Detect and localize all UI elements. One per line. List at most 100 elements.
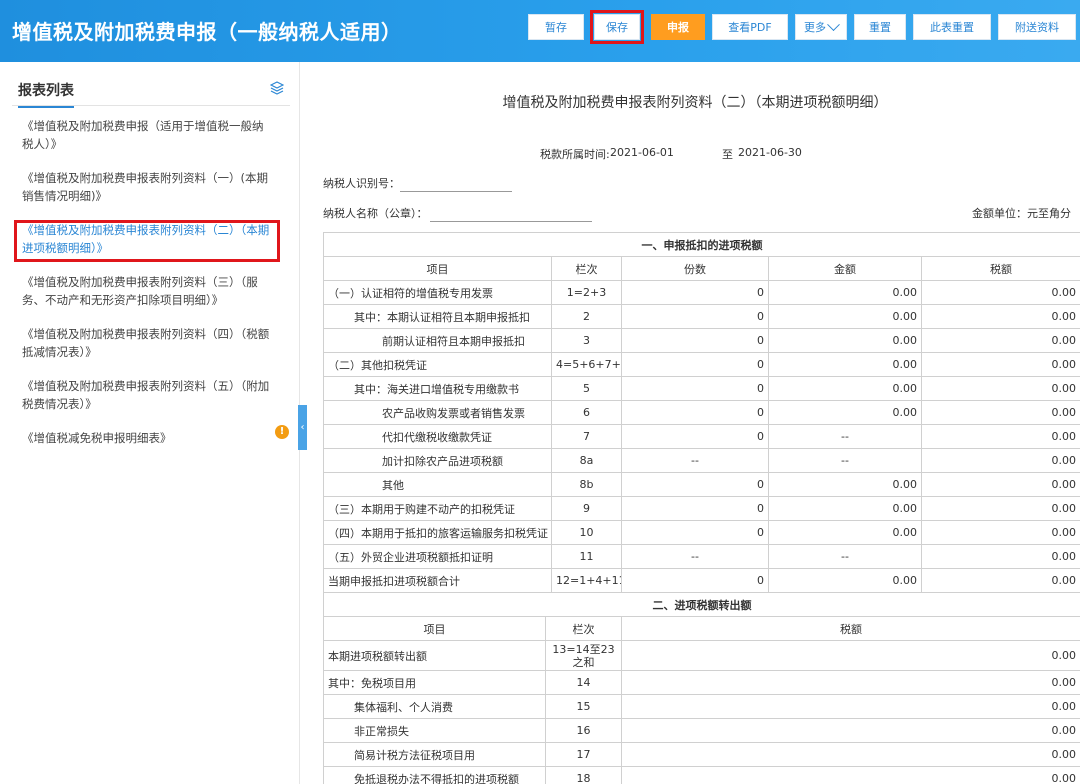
row-tax[interactable]: 0.00: [921, 520, 1080, 545]
col-header-count: 份数: [621, 256, 769, 281]
sidebar-item-main-return[interactable]: 《增值税及附加税费申报（适用于增值税一般纳税人）》: [22, 117, 272, 153]
row-count[interactable]: 0: [621, 400, 769, 425]
layers-icon[interactable]: [270, 81, 284, 95]
row-count[interactable]: 0: [621, 424, 769, 449]
sidebar-title: 报表列表: [18, 80, 74, 108]
row-line: 14: [545, 670, 622, 695]
draft-button[interactable]: 暂存: [528, 14, 584, 40]
reset-form-button[interactable]: 此表重置: [913, 14, 991, 40]
sidebar-item-schedule-1[interactable]: 《增值税及附加税费申报表附列资料（一）(本期销售情况明细)》: [22, 169, 272, 205]
table-row: 其中：免税项目用 14 0.00: [323, 670, 1080, 695]
row-amount[interactable]: 0.00: [768, 472, 922, 497]
row-tax[interactable]: 0.00: [621, 718, 1080, 743]
row-line: 16: [545, 718, 622, 743]
row-item: 其中：免税项目用: [323, 670, 546, 695]
row-tax[interactable]: 0.00: [921, 448, 1080, 473]
more-label: 更多: [804, 21, 826, 34]
row-item: 其他: [323, 472, 552, 497]
taxpayer-name-field: [430, 208, 592, 222]
attach-materials-button[interactable]: 附送资料: [998, 14, 1076, 40]
row-tax[interactable]: 0.00: [921, 328, 1080, 353]
row-tax[interactable]: 0.00: [921, 424, 1080, 449]
row-item: 当期申报抵扣进项税额合计: [323, 568, 552, 593]
row-tax[interactable]: 0.00: [621, 766, 1080, 784]
row-count[interactable]: 0: [621, 328, 769, 353]
warning-icon[interactable]: !: [275, 425, 289, 439]
row-count[interactable]: 0: [621, 496, 769, 521]
row-item: （五）外贸企业进项税额抵扣证明: [323, 544, 552, 569]
tax-transfer-table: 二、进项税额转出额 项目 栏次 税额 本期进项税额转出额 13=14至23之和 …: [323, 592, 1080, 784]
save-button[interactable]: 保存: [590, 10, 644, 44]
sidebar: 报表列表 《增值税及附加税费申报（适用于增值税一般纳税人）》 《增值税及附加税费…: [0, 62, 300, 784]
row-item: 本期进项税额转出额: [323, 640, 546, 671]
view-pdf-button[interactable]: 查看PDF: [712, 14, 788, 40]
submit-button[interactable]: 申报: [651, 14, 705, 40]
row-tax: 0.00: [921, 568, 1080, 593]
form-title: 增值税及附加税费申报表附列资料（二）（本期进项税额明细）: [502, 95, 888, 111]
row-line: 6: [551, 400, 622, 425]
row-amount[interactable]: 0.00: [768, 400, 922, 425]
sidebar-item-exemption[interactable]: 《增值税减免税申报明细表》: [22, 429, 272, 447]
sidebar-item-schedule-5[interactable]: 《增值税及附加税费申报表附列资料（五）（附加税费情况表）》: [22, 377, 272, 413]
period-to: 至: [722, 148, 733, 161]
row-line: 2: [551, 304, 622, 329]
col-header-tax: 税额: [621, 616, 1080, 641]
table-row: 其他 8b 0 0.00 0.00: [323, 472, 1080, 497]
reset-button[interactable]: 重置: [854, 14, 906, 40]
row-tax[interactable]: 0.00: [921, 352, 1080, 377]
taxpayer-id-field: [400, 178, 512, 192]
period-label: 税款所属时间:: [540, 148, 610, 161]
row-tax[interactable]: 0.00: [621, 742, 1080, 767]
row-count: --: [621, 448, 769, 473]
row-amount[interactable]: 0.00: [768, 352, 922, 377]
period-start: 2021-06-01: [610, 146, 674, 159]
col-header-tax: 税额: [921, 256, 1080, 281]
table-row: 前期认证相符且本期申报抵扣 3 0 0.00 0.00: [323, 328, 1080, 353]
row-amount[interactable]: 0.00: [768, 304, 922, 329]
row-item: （三）本期用于购建不动产的扣税凭证: [323, 496, 552, 521]
row-count[interactable]: 0: [621, 376, 769, 401]
row-tax[interactable]: 0.00: [921, 496, 1080, 521]
sidebar-item-schedule-4[interactable]: 《增值税及附加税费申报表附列资料（四）（税额抵减情况表）》: [22, 325, 272, 361]
row-amount[interactable]: 0.00: [768, 376, 922, 401]
row-count[interactable]: 0: [621, 280, 769, 305]
row-item: 免抵退税办法不得抵扣的进项税额: [323, 766, 546, 784]
more-button[interactable]: 更多: [795, 14, 847, 40]
row-line: 17: [545, 742, 622, 767]
sidebar-item-schedule-3[interactable]: 《增值税及附加税费申报表附列资料（三）（服务、不动产和无形资产扣除项目明细）》: [22, 273, 272, 309]
row-item: 前期认证相符且本期申报抵扣: [323, 328, 552, 353]
app-header: 增值税及附加税费申报（一般纳税人适用） 暂存 保存 申报 查看PDF 更多 重置…: [0, 0, 1080, 62]
row-tax[interactable]: 0.00: [921, 472, 1080, 497]
table-row: 当期申报抵扣进项税额合计 12=1+4+11 0 0.00 0.00: [323, 568, 1080, 593]
collapse-sidebar-handle[interactable]: ‹: [298, 405, 307, 450]
row-count[interactable]: 0: [621, 352, 769, 377]
row-item: 集体福利、个人消费: [323, 694, 546, 719]
row-count: 0: [621, 568, 769, 593]
row-item: 代扣代缴税收缴款凭证: [323, 424, 552, 449]
row-tax[interactable]: 0.00: [921, 376, 1080, 401]
row-amount[interactable]: 0.00: [768, 496, 922, 521]
table-row: （三）本期用于购建不动产的扣税凭证 9 0 0.00 0.00: [323, 496, 1080, 521]
row-tax[interactable]: 0.00: [621, 670, 1080, 695]
row-tax: 0.00: [621, 640, 1080, 671]
table-row: 非正常损失 16 0.00: [323, 718, 1080, 743]
row-tax[interactable]: 0.00: [921, 400, 1080, 425]
period-end: 2021-06-30: [738, 146, 802, 159]
row-amount[interactable]: 0.00: [768, 520, 922, 545]
row-count[interactable]: 0: [621, 520, 769, 545]
row-tax[interactable]: 0.00: [621, 694, 1080, 719]
row-tax[interactable]: 0.00: [921, 280, 1080, 305]
row-tax[interactable]: 0.00: [921, 544, 1080, 569]
row-amount[interactable]: 0.00: [768, 280, 922, 305]
row-item: 非正常损失: [323, 718, 546, 743]
row-tax[interactable]: 0.00: [921, 304, 1080, 329]
sidebar-item-schedule-2[interactable]: 《增值税及附加税费申报表附列资料（二）（本期进项税额明细）》: [22, 221, 272, 257]
row-count[interactable]: 0: [621, 304, 769, 329]
table-row: 本期进项税额转出额 13=14至23之和 0.00: [323, 640, 1080, 671]
row-amount[interactable]: 0.00: [768, 328, 922, 353]
section-1-title: 一、申报抵扣的进项税额: [323, 232, 1080, 257]
row-count[interactable]: 0: [621, 472, 769, 497]
table-row: 免抵退税办法不得抵扣的进项税额 18 0.00: [323, 766, 1080, 784]
col-header-line: 栏次: [545, 616, 622, 641]
row-line: 8b: [551, 472, 622, 497]
